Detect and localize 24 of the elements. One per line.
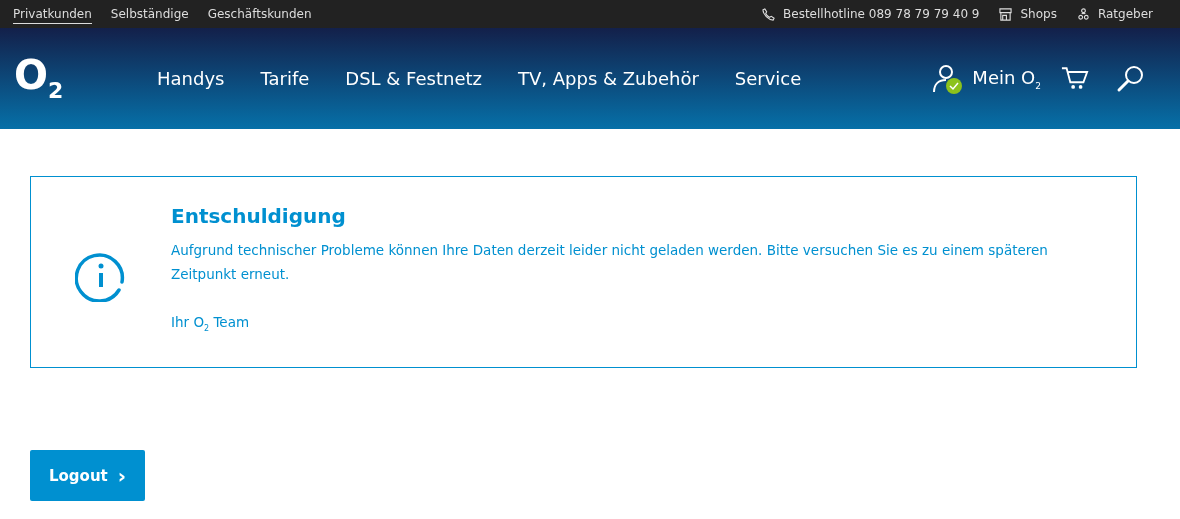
message-title: Entschuldigung	[171, 204, 347, 228]
signature: Ihr O$_{2}$ Team	[171, 314, 251, 333]
phone-icon	[762, 7, 776, 21]
account-link[interactable]: Mein O$_{2}$	[972, 66, 1041, 91]
search-icon[interactable]	[1116, 64, 1144, 93]
message-text: Aufgrund technischer Probleme können Ihre Daten derzeit leider nicht geladen werden. Bitte versuchen Sie es zu einem späteren Zeitpunkt erneut.	[171, 241, 1049, 284]
nav-link[interactable]: Tarife	[260, 68, 310, 89]
top-link[interactable]: Ratgeber	[1097, 7, 1153, 21]
nav-link[interactable]: DSL & Festnetz	[345, 68, 482, 89]
shop-icon	[999, 7, 1013, 21]
top-link[interactable]: Bestellhotline 089 78 79 79 40 9	[783, 7, 980, 21]
top-link[interactable]: Shops	[1020, 7, 1057, 21]
nav-link[interactable]: TV, Apps & Zubehör	[517, 68, 699, 89]
segment-tab[interactable]: Geschäftskunden	[207, 4, 312, 24]
cart-icon[interactable]	[1061, 66, 1089, 91]
people-icon	[1076, 7, 1090, 21]
logout-button[interactable]: Logout ›	[30, 450, 145, 501]
o2-logo[interactable]: O$_{2}$	[14, 55, 157, 102]
info-icon	[75, 250, 127, 302]
user-icon[interactable]	[932, 63, 965, 94]
segment-tab[interactable]: Selbständige	[110, 4, 189, 24]
segment-tab[interactable]: Privatkunden	[13, 4, 92, 24]
nav-link[interactable]: Service	[734, 68, 802, 89]
nav-link[interactable]: Handys	[157, 68, 225, 89]
